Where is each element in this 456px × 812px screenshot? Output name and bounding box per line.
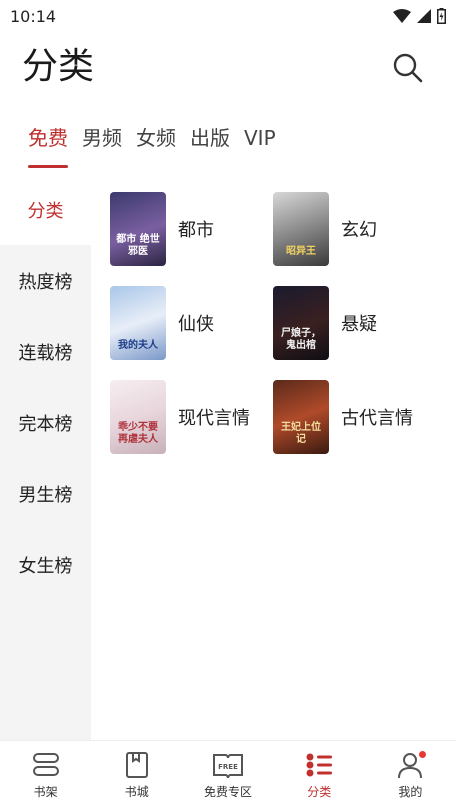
- nav-label: 书城: [124, 785, 149, 799]
- category-icon: [306, 753, 333, 777]
- bottom-nav: 书架 书城 FREE 免费专区 分类 我的: [0, 740, 456, 812]
- nav-label: 书架: [33, 785, 58, 799]
- wifi-icon: [393, 9, 411, 23]
- cover-title: 王妃上位记: [281, 422, 321, 445]
- free-zone-icon: FREE: [213, 754, 243, 779]
- nav-free-zone[interactable]: FREE 免费专区: [182, 741, 273, 812]
- cover-title: 昭异王: [286, 246, 316, 257]
- sidebar-item-female-rank[interactable]: 女生榜: [0, 529, 91, 600]
- nav-label: 我的: [398, 785, 423, 799]
- bookshelf-icon: [32, 753, 59, 776]
- cover-title: 尸娘子，鬼出棺: [281, 328, 321, 351]
- nav-bookstore[interactable]: 书城: [91, 741, 182, 812]
- category-label: 现代言情: [178, 408, 250, 429]
- sidebar-item-serial-rank[interactable]: 连载榜: [0, 316, 91, 387]
- battery-icon: [437, 8, 446, 24]
- status-icons: [393, 8, 446, 24]
- tab-vip[interactable]: VIP: [244, 120, 276, 164]
- nav-bookshelf[interactable]: 书架: [0, 741, 91, 812]
- cover-title: 我的夫人: [118, 340, 158, 351]
- book-cover: 乖少不要再虐夫人: [110, 380, 166, 454]
- cover-title: 乖少不要再虐夫人: [118, 422, 158, 445]
- book-cover: 我的夫人: [110, 286, 166, 360]
- signal-icon: [417, 9, 431, 23]
- category-item-xianxia[interactable]: 我的夫人 仙侠: [110, 286, 214, 360]
- tab-publish[interactable]: 出版: [190, 120, 230, 164]
- page-header: 分类: [0, 40, 456, 100]
- category-label: 仙侠: [178, 314, 214, 335]
- category-label: 古代言情: [341, 408, 413, 429]
- category-item-urban[interactable]: 都市 绝世邪医 都市: [110, 192, 214, 266]
- bookstore-icon: [125, 752, 148, 778]
- status-bar: 10:14: [0, 0, 456, 32]
- nav-label: 免费专区: [204, 785, 253, 799]
- nav-category[interactable]: 分类: [274, 741, 365, 812]
- category-label: 悬疑: [341, 314, 377, 335]
- tab-female[interactable]: 女频: [136, 120, 176, 164]
- tab-male[interactable]: 男频: [82, 120, 122, 164]
- page-title: 分类: [22, 46, 95, 87]
- free-icon-text: FREE: [218, 763, 238, 771]
- category-item-modern-romance[interactable]: 乖少不要再虐夫人 现代言情: [110, 380, 250, 454]
- tab-free[interactable]: 免费: [28, 120, 68, 168]
- notification-badge: [419, 751, 427, 758]
- sidebar-item-finished-rank[interactable]: 完本榜: [0, 387, 91, 458]
- search-icon[interactable]: [390, 50, 426, 86]
- book-cover: 都市 绝世邪医: [110, 192, 166, 266]
- sidebar-item-category[interactable]: 分类: [0, 174, 91, 245]
- nav-profile[interactable]: 我的: [365, 741, 456, 812]
- channel-tabs: 免费 男频 女频 出版 VIP: [28, 120, 276, 168]
- book-cover: 昭异王: [273, 192, 329, 266]
- sidebar-item-hot-rank[interactable]: 热度榜: [0, 245, 91, 316]
- category-label: 都市: [178, 220, 214, 241]
- sidebar-item-male-rank[interactable]: 男生榜: [0, 458, 91, 529]
- category-sidebar: 分类 热度榜 连载榜 完本榜 男生榜 女生榜: [0, 174, 91, 740]
- category-item-ancient-romance[interactable]: 王妃上位记 古代言情: [273, 380, 413, 454]
- cover-title: 都市 绝世邪医: [116, 234, 160, 257]
- category-label: 玄幻: [341, 220, 377, 241]
- status-time: 10:14: [10, 6, 57, 26]
- category-item-fantasy[interactable]: 昭异王 玄幻: [273, 192, 377, 266]
- book-cover: 尸娘子，鬼出棺: [273, 286, 329, 360]
- book-cover: 王妃上位记: [273, 380, 329, 454]
- category-item-mystery[interactable]: 尸娘子，鬼出棺 悬疑: [273, 286, 377, 360]
- nav-label: 分类: [307, 785, 332, 799]
